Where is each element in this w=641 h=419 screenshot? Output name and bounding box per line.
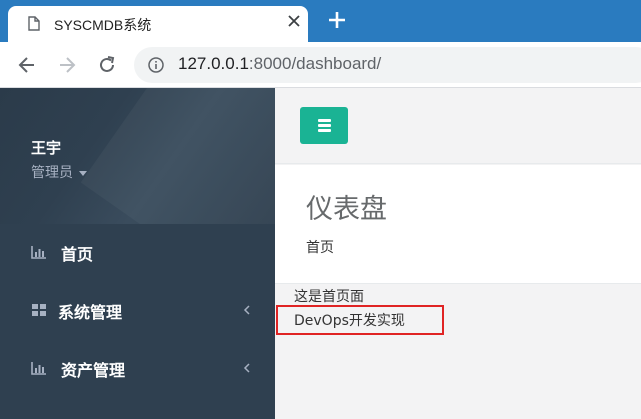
hamburger-icon (318, 119, 331, 122)
bar-chart-icon (31, 246, 46, 259)
user-role-label: 管理员 (31, 165, 73, 181)
url-text[interactable]: 127.0.0.1:8000/dashboard/ (178, 54, 381, 74)
page-heading: 仪表盘 首页 (275, 165, 641, 284)
hamburger-icon-bar (318, 129, 331, 132)
highlight-annotation (276, 305, 444, 335)
sidebar: 王宇 管理员 首页 系统管理 资产管理 (0, 88, 275, 419)
top-navbar (275, 88, 641, 164)
caret-down-icon (79, 170, 87, 176)
content-text: 这是首页面 (294, 289, 364, 305)
info-icon[interactable] (148, 57, 164, 73)
sidebar-item-label: 系统管理 (58, 303, 123, 322)
browser-tab[interactable]: SYSCMDB系统 (8, 6, 308, 42)
page-title: 仪表盘 (306, 194, 387, 225)
breadcrumb[interactable]: 首页 (306, 237, 334, 257)
url-path: :8000/dashboard/ (248, 54, 382, 73)
user-role-dropdown[interactable]: 管理员 (31, 162, 87, 182)
url-host: 127.0.0.1 (178, 54, 249, 73)
document-icon (28, 16, 40, 31)
address-bar[interactable]: 127.0.0.1:8000/dashboard/ (134, 47, 641, 83)
user-name[interactable]: 王宇 (31, 137, 61, 158)
close-icon[interactable] (285, 12, 303, 30)
tab-title: SYSCMDB系统 (54, 17, 152, 33)
reload-icon[interactable] (96, 54, 118, 76)
sidebar-item-label: 资产管理 (61, 361, 126, 380)
forward-arrow-icon[interactable] (56, 54, 78, 76)
browser-tab-strip: SYSCMDB系统 (0, 0, 641, 42)
chevron-left-icon (243, 305, 250, 315)
sidebar-item-label: 首页 (61, 245, 94, 264)
grid-icon (32, 304, 46, 316)
bar-chart-icon (31, 362, 46, 375)
sidebar-item-home[interactable]: 首页 (0, 224, 275, 282)
new-tab-icon[interactable] (325, 8, 349, 32)
browser-toolbar: 127.0.0.1:8000/dashboard/ (0, 42, 641, 88)
main-content: 仪表盘 首页 这是首页面 DevOps开发实现 (275, 88, 641, 419)
sidebar-item-asset-management[interactable]: 资产管理 (0, 340, 275, 398)
sidebar-toggle-button[interactable] (300, 107, 348, 144)
back-arrow-icon[interactable] (16, 54, 38, 76)
hamburger-icon-bar (318, 124, 331, 127)
sidebar-item-system-management[interactable]: 系统管理 (0, 282, 275, 340)
chevron-left-icon (243, 363, 250, 373)
user-panel: 王宇 管理员 (0, 88, 275, 224)
